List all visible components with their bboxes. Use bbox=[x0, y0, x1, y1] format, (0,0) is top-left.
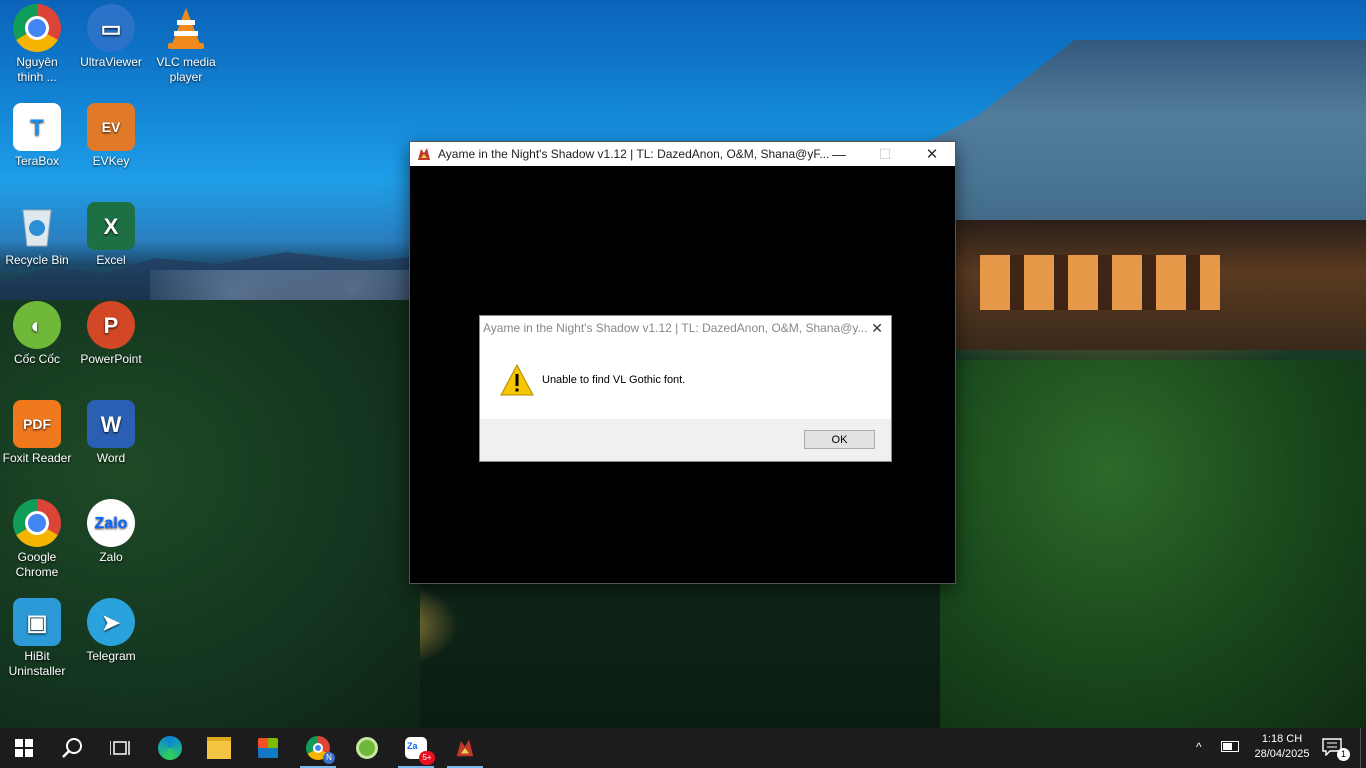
desktop-icon-label: Nguyên thinh ... bbox=[16, 55, 58, 84]
task-view-button[interactable] bbox=[96, 728, 144, 768]
dialog-titlebar[interactable]: Ayame in the Night's Shadow v1.12 | TL: … bbox=[480, 316, 891, 340]
chrome-profile-badge: N bbox=[323, 752, 335, 764]
chrome-icon bbox=[13, 499, 61, 547]
action-center-button[interactable]: 1 bbox=[1322, 738, 1350, 761]
wallpaper-temple-lights bbox=[980, 255, 1220, 310]
close-button[interactable]: ✕ bbox=[909, 142, 955, 166]
coccoc-icon: ◐ bbox=[13, 301, 61, 349]
folder-icon bbox=[207, 737, 231, 759]
desktop-icon-label: Word bbox=[96, 451, 126, 465]
desktop-icon[interactable]: Nguyên thinh ... bbox=[0, 4, 74, 85]
desktop-icon[interactable]: ◐ Cốc Cốc bbox=[0, 301, 74, 367]
game-window-title: Ayame in the Night's Shadow v1.12 | TL: … bbox=[438, 147, 830, 161]
taskbar: N Za 5+ ^ 1:18 CH 28/04/2025 1 bbox=[0, 728, 1366, 768]
desktop-icon-label: HiBit Uninstaller bbox=[8, 649, 66, 678]
dialog-close-button[interactable]: ✕ bbox=[871, 320, 883, 337]
excel-icon: X bbox=[87, 202, 135, 250]
word-icon: W bbox=[87, 400, 135, 448]
search-icon bbox=[62, 738, 82, 758]
search-button[interactable] bbox=[48, 728, 96, 768]
desktop-icon-label: Telegram bbox=[86, 649, 136, 663]
ok-button[interactable]: OK bbox=[804, 430, 875, 449]
wallpaper-forest-right bbox=[940, 360, 1366, 728]
desktop-icon-label: Excel bbox=[96, 253, 126, 267]
desktop-icon-label: Recycle Bin bbox=[5, 253, 69, 267]
telegram-icon: ➤ bbox=[87, 598, 135, 646]
notification-count: 1 bbox=[1337, 748, 1350, 761]
dialog-title: Ayame in the Night's Shadow v1.12 | TL: … bbox=[483, 321, 868, 335]
desktop-icon[interactable]: PDF Foxit Reader bbox=[0, 400, 74, 466]
taskbar-game[interactable] bbox=[441, 728, 489, 768]
chrome-icon: N bbox=[306, 736, 335, 764]
desktop-icon-label: Google Chrome bbox=[15, 550, 59, 579]
error-dialog[interactable]: Ayame in the Night's Shadow v1.12 | TL: … bbox=[480, 316, 891, 461]
dialog-message: Unable to find VL Gothic font. bbox=[542, 373, 686, 386]
desktop-icon-label: TeraBox bbox=[14, 154, 60, 168]
zalo-notification-badge: 5+ bbox=[419, 751, 435, 765]
dialog-footer: OK bbox=[480, 419, 891, 461]
show-hidden-icons-button[interactable]: ^ bbox=[1196, 740, 1202, 754]
maximize-button[interactable]: ☐ bbox=[862, 142, 908, 166]
hibit-icon: ▣ bbox=[13, 598, 61, 646]
task-view-icon bbox=[110, 741, 130, 755]
desktop-icon[interactable]: Zalo Zalo bbox=[74, 499, 148, 565]
desktop-icon[interactable]: EV EVKey bbox=[74, 103, 148, 169]
desktop-icon[interactable]: Google Chrome bbox=[0, 499, 74, 580]
monitor-icon: ▭ bbox=[87, 4, 135, 52]
taskbar-coccoc[interactable] bbox=[343, 728, 391, 768]
zalo-icon: Za 5+ bbox=[405, 737, 435, 765]
desktop-icon-label: EVKey bbox=[92, 154, 130, 168]
warning-icon bbox=[500, 363, 534, 395]
desktop-icon-label: UltraViewer bbox=[80, 55, 142, 69]
battery-icon[interactable] bbox=[1221, 741, 1239, 752]
desktop-icon-label: Cốc Cốc bbox=[13, 352, 60, 366]
recycle-bin-icon bbox=[13, 202, 61, 250]
desktop-icon[interactable]: P PowerPoint bbox=[74, 301, 148, 367]
start-button[interactable] bbox=[0, 728, 48, 768]
desktop-icon[interactable]: ➤ Telegram bbox=[74, 598, 148, 664]
powerpoint-icon: P bbox=[87, 301, 135, 349]
taskbar-file-explorer[interactable] bbox=[195, 728, 243, 768]
desktop-icon[interactable]: ▭ UltraViewer bbox=[74, 4, 148, 70]
clock-date: 28/04/2025 bbox=[1254, 748, 1310, 760]
foxit-icon: PDF bbox=[13, 400, 61, 448]
game-app-icon bbox=[456, 739, 474, 757]
desktop-icon[interactable]: T TeraBox bbox=[0, 103, 74, 169]
desktop-icon[interactable]: VLC media player bbox=[149, 4, 223, 85]
desktop-icon[interactable]: X Excel bbox=[74, 202, 148, 268]
evkey-icon: EV bbox=[87, 103, 135, 151]
terabox-icon: T bbox=[13, 103, 61, 151]
game-app-icon bbox=[418, 148, 430, 160]
taskbar-zalo[interactable]: Za 5+ bbox=[392, 728, 440, 768]
windows-logo-icon bbox=[15, 739, 33, 757]
minimize-button[interactable]: — bbox=[816, 142, 862, 166]
desktop-icon[interactable]: ▣ HiBit Uninstaller bbox=[0, 598, 74, 679]
zalo-icon: Zalo bbox=[87, 499, 135, 547]
desktop-icon[interactable]: Recycle Bin bbox=[0, 202, 74, 268]
desktop-icon-label: Zalo bbox=[99, 550, 123, 564]
taskbar-store[interactable] bbox=[244, 728, 292, 768]
desktop-icon-label: VLC media player bbox=[156, 55, 216, 84]
clock[interactable]: 1:18 CH 28/04/2025 bbox=[1244, 732, 1320, 762]
show-desktop-button[interactable] bbox=[1360, 728, 1366, 768]
chrome-profile-icon bbox=[13, 4, 61, 52]
desktop-icon-label: Foxit Reader bbox=[2, 451, 72, 465]
game-window-titlebar[interactable]: Ayame in the Night's Shadow v1.12 | TL: … bbox=[410, 142, 955, 166]
dialog-body: Unable to find VL Gothic font. bbox=[480, 340, 891, 419]
store-icon bbox=[258, 738, 278, 758]
edge-icon bbox=[158, 736, 182, 760]
desktop-icon[interactable]: W Word bbox=[74, 400, 148, 466]
taskbar-chrome[interactable]: N bbox=[294, 728, 342, 768]
taskbar-edge[interactable] bbox=[146, 728, 194, 768]
coccoc-icon bbox=[356, 737, 378, 759]
desktop-icon-label: PowerPoint bbox=[80, 352, 142, 366]
clock-time: 1:18 CH bbox=[1261, 733, 1303, 745]
vlc-cone-icon bbox=[162, 4, 210, 52]
